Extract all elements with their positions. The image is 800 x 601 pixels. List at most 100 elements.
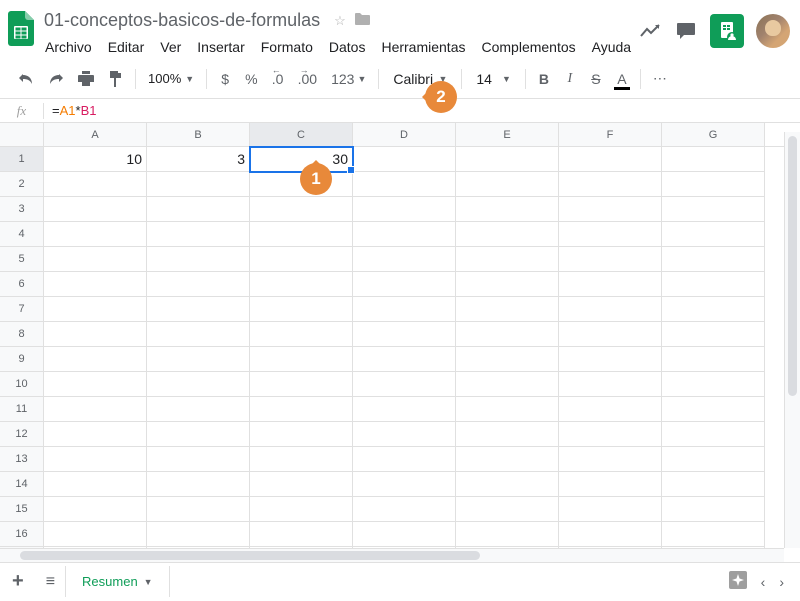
cell[interactable] — [44, 297, 147, 322]
cell[interactable] — [456, 447, 559, 472]
row-header-3[interactable]: 3 — [0, 197, 44, 222]
cell[interactable] — [456, 422, 559, 447]
row-header-6[interactable]: 6 — [0, 272, 44, 297]
cell[interactable] — [456, 297, 559, 322]
cell[interactable] — [147, 372, 250, 397]
menu-addons[interactable]: Complementos — [474, 35, 582, 59]
menu-view[interactable]: Ver — [153, 35, 188, 59]
cell[interactable] — [44, 197, 147, 222]
menu-insert[interactable]: Insertar — [190, 35, 251, 59]
redo-button[interactable] — [42, 66, 70, 92]
col-header-B[interactable]: B — [147, 123, 250, 146]
row-header-12[interactable]: 12 — [0, 422, 44, 447]
cell[interactable] — [250, 447, 353, 472]
sheet-nav-right[interactable]: › — [779, 574, 784, 590]
menu-help[interactable]: Ayuda — [585, 35, 638, 59]
undo-button[interactable] — [12, 66, 40, 92]
cell[interactable] — [353, 322, 456, 347]
cell[interactable] — [456, 222, 559, 247]
comment-icon[interactable] — [674, 19, 698, 43]
cell[interactable] — [353, 372, 456, 397]
cell[interactable] — [147, 297, 250, 322]
activity-icon[interactable] — [638, 19, 662, 43]
cell[interactable] — [353, 497, 456, 522]
cell[interactable] — [44, 497, 147, 522]
cell[interactable] — [353, 472, 456, 497]
cell[interactable] — [662, 297, 765, 322]
col-header-G[interactable]: G — [662, 123, 765, 146]
font-size-selector[interactable]: 14▼ — [468, 67, 519, 91]
col-header-F[interactable]: F — [559, 123, 662, 146]
cell[interactable] — [456, 372, 559, 397]
cell[interactable] — [44, 372, 147, 397]
menu-file[interactable]: Archivo — [38, 35, 99, 59]
cell-F1[interactable] — [559, 147, 662, 172]
col-header-C[interactable]: C — [250, 123, 353, 146]
cell[interactable] — [44, 322, 147, 347]
cell[interactable] — [147, 197, 250, 222]
cell[interactable] — [250, 297, 353, 322]
cell[interactable] — [353, 172, 456, 197]
cell[interactable] — [559, 497, 662, 522]
cell[interactable] — [662, 397, 765, 422]
row-header-9[interactable]: 9 — [0, 347, 44, 372]
cell[interactable] — [662, 222, 765, 247]
cell[interactable] — [353, 297, 456, 322]
cell[interactable] — [250, 522, 353, 547]
vertical-scrollbar[interactable] — [784, 132, 800, 548]
cell[interactable] — [147, 472, 250, 497]
cell-A1[interactable]: 10 — [44, 147, 147, 172]
menu-format[interactable]: Formato — [254, 35, 320, 59]
row-header-2[interactable]: 2 — [0, 172, 44, 197]
cell[interactable] — [250, 247, 353, 272]
cell[interactable] — [250, 222, 353, 247]
horizontal-scrollbar[interactable] — [0, 548, 784, 562]
cell[interactable] — [44, 222, 147, 247]
document-title[interactable]: 01-conceptos-basicos-de-formulas — [38, 8, 326, 33]
cell[interactable] — [559, 347, 662, 372]
cell[interactable] — [353, 522, 456, 547]
paint-format-button[interactable] — [102, 66, 129, 92]
cell[interactable] — [456, 197, 559, 222]
col-header-A[interactable]: A — [44, 123, 147, 146]
cell[interactable] — [559, 222, 662, 247]
explore-button[interactable] — [729, 571, 747, 592]
row-header-5[interactable]: 5 — [0, 247, 44, 272]
row-header-1[interactable]: 1 — [0, 147, 44, 172]
cell-G1[interactable] — [662, 147, 765, 172]
cell[interactable] — [662, 472, 765, 497]
cell[interactable] — [353, 197, 456, 222]
cell[interactable] — [44, 272, 147, 297]
cell[interactable] — [662, 372, 765, 397]
cell[interactable] — [353, 347, 456, 372]
cell[interactable] — [559, 272, 662, 297]
cell[interactable] — [662, 347, 765, 372]
cell-C1[interactable]: 30 — [250, 147, 353, 172]
row-header-16[interactable]: 16 — [0, 522, 44, 547]
number-format-button[interactable]: 123▼ — [325, 66, 372, 92]
cell[interactable] — [353, 247, 456, 272]
cell[interactable] — [147, 397, 250, 422]
cell[interactable] — [662, 247, 765, 272]
cell[interactable] — [250, 422, 353, 447]
more-tools-button[interactable]: ⋯ — [647, 66, 673, 92]
row-header-10[interactable]: 10 — [0, 372, 44, 397]
cell[interactable] — [147, 522, 250, 547]
row-header-11[interactable]: 11 — [0, 397, 44, 422]
cell[interactable] — [456, 172, 559, 197]
cell[interactable] — [559, 297, 662, 322]
cell[interactable] — [559, 397, 662, 422]
currency-button[interactable]: $ — [213, 66, 237, 92]
increase-decimal-button[interactable]: .00→ — [292, 66, 323, 92]
cell-D1[interactable] — [353, 147, 456, 172]
cell[interactable] — [456, 247, 559, 272]
menu-data[interactable]: Datos — [322, 35, 373, 59]
cell-B1[interactable]: 3 — [147, 147, 250, 172]
cell[interactable] — [662, 197, 765, 222]
cell[interactable] — [456, 522, 559, 547]
cell[interactable] — [456, 497, 559, 522]
cell[interactable] — [44, 472, 147, 497]
cell[interactable] — [250, 497, 353, 522]
cell[interactable] — [44, 522, 147, 547]
decrease-decimal-button[interactable]: .0← — [266, 66, 290, 92]
